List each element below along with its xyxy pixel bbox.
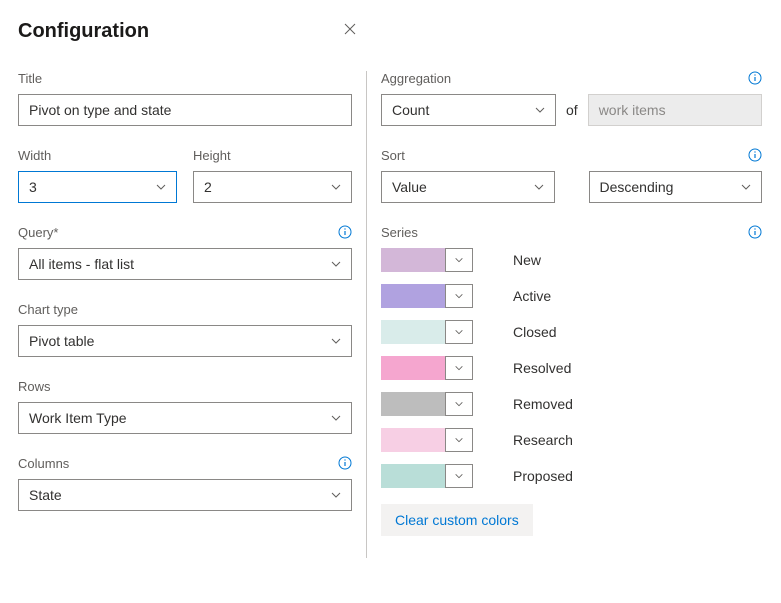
query-field: Query* All items - flat list: [18, 225, 352, 280]
chevron-down-icon: [740, 181, 752, 193]
info-icon[interactable]: [748, 225, 762, 239]
sort-direction: Descending: [600, 179, 674, 195]
chevron-down-icon: [155, 181, 167, 193]
sort-value-select[interactable]: Value: [381, 171, 555, 203]
color-swatch: [381, 464, 445, 488]
title-input[interactable]: [18, 94, 352, 126]
chevron-down-icon: [533, 181, 545, 193]
width-select[interactable]: 3: [18, 171, 177, 203]
color-swatch: [381, 248, 445, 272]
sort-label: Sort: [381, 148, 762, 163]
header: Configuration: [18, 20, 763, 43]
sort-value: Value: [392, 179, 427, 195]
chevron-down-icon: [454, 396, 464, 412]
rows-value: Work Item Type: [29, 410, 127, 426]
series-item: Resolved: [381, 356, 762, 380]
aggregation-of: of: [566, 102, 578, 118]
right-column: Aggregation Count of work items Sort: [366, 71, 762, 558]
columns-select[interactable]: State: [18, 479, 352, 511]
chevron-down-icon: [330, 489, 342, 501]
columns-label: Columns: [18, 456, 352, 471]
series-item: Proposed: [381, 464, 762, 488]
chart-type-value: Pivot table: [29, 333, 94, 349]
series-item-label: Closed: [513, 324, 557, 340]
series-color-select[interactable]: [445, 392, 473, 416]
series-label: Series: [381, 225, 762, 240]
aggregation-target: work items: [588, 94, 762, 126]
sort-direction-select[interactable]: Descending: [589, 171, 763, 203]
left-column: Title Width 3 Height 2: [18, 71, 366, 558]
info-icon[interactable]: [338, 456, 352, 470]
color-swatch: [381, 356, 445, 380]
chart-type-label: Chart type: [18, 302, 352, 317]
height-select[interactable]: 2: [193, 171, 352, 203]
info-icon[interactable]: [748, 71, 762, 85]
series-item: Removed: [381, 392, 762, 416]
chevron-down-icon: [454, 288, 464, 304]
series-list: New Active Closed Resolved Removed Research Pr…: [381, 248, 762, 488]
series-color-select[interactable]: [445, 320, 473, 344]
series-field: Series New Active Closed Resolved Removed Res…: [381, 225, 762, 536]
aggregation-select[interactable]: Count: [381, 94, 556, 126]
width-label: Width: [18, 148, 177, 163]
chevron-down-icon: [454, 252, 464, 268]
columns-value: State: [29, 487, 62, 503]
series-color-select[interactable]: [445, 356, 473, 380]
color-swatch: [381, 428, 445, 452]
color-swatch: [381, 392, 445, 416]
series-item: Active: [381, 284, 762, 308]
page-title: Configuration: [18, 20, 149, 43]
chart-type-field: Chart type Pivot table: [18, 302, 352, 357]
rows-select[interactable]: Work Item Type: [18, 402, 352, 434]
close-icon[interactable]: [342, 21, 763, 42]
chevron-down-icon: [330, 258, 342, 270]
chevron-down-icon: [454, 468, 464, 484]
aggregation-label: Aggregation: [381, 71, 762, 86]
info-icon[interactable]: [338, 225, 352, 239]
height-field: Height 2: [193, 148, 352, 203]
width-field: Width 3: [18, 148, 177, 203]
query-label: Query*: [18, 225, 352, 240]
chevron-down-icon: [330, 412, 342, 424]
height-label: Height: [193, 148, 352, 163]
color-swatch: [381, 284, 445, 308]
series-item: New: [381, 248, 762, 272]
columns-field: Columns State: [18, 456, 352, 511]
width-value: 3: [29, 179, 37, 195]
aggregation-value: Count: [392, 102, 429, 118]
title-label: Title: [18, 71, 352, 86]
info-icon[interactable]: [748, 148, 762, 162]
chevron-down-icon: [330, 335, 342, 347]
series-item-label: New: [513, 252, 541, 268]
series-color-select[interactable]: [445, 464, 473, 488]
series-item-label: Proposed: [513, 468, 573, 484]
chevron-down-icon: [534, 104, 546, 116]
sort-field: Sort Value Descending: [381, 148, 762, 203]
chevron-down-icon: [454, 432, 464, 448]
series-item-label: Removed: [513, 396, 573, 412]
series-color-select[interactable]: [445, 284, 473, 308]
series-item: Research: [381, 428, 762, 452]
chevron-down-icon: [330, 181, 342, 193]
chevron-down-icon: [454, 324, 464, 340]
series-item-label: Active: [513, 288, 551, 304]
configuration-panel: Configuration Title Width 3 Hei: [0, 0, 781, 603]
clear-custom-colors-button[interactable]: Clear custom colors: [381, 504, 533, 536]
chevron-down-icon: [454, 360, 464, 376]
series-item-label: Research: [513, 432, 573, 448]
color-swatch: [381, 320, 445, 344]
series-color-select[interactable]: [445, 248, 473, 272]
height-value: 2: [204, 179, 212, 195]
aggregation-field: Aggregation Count of work items: [381, 71, 762, 126]
chart-type-select[interactable]: Pivot table: [18, 325, 352, 357]
series-item: Closed: [381, 320, 762, 344]
rows-label: Rows: [18, 379, 352, 394]
title-field: Title: [18, 71, 352, 126]
series-item-label: Resolved: [513, 360, 571, 376]
rows-field: Rows Work Item Type: [18, 379, 352, 434]
query-value: All items - flat list: [29, 256, 134, 272]
query-select[interactable]: All items - flat list: [18, 248, 352, 280]
series-color-select[interactable]: [445, 428, 473, 452]
